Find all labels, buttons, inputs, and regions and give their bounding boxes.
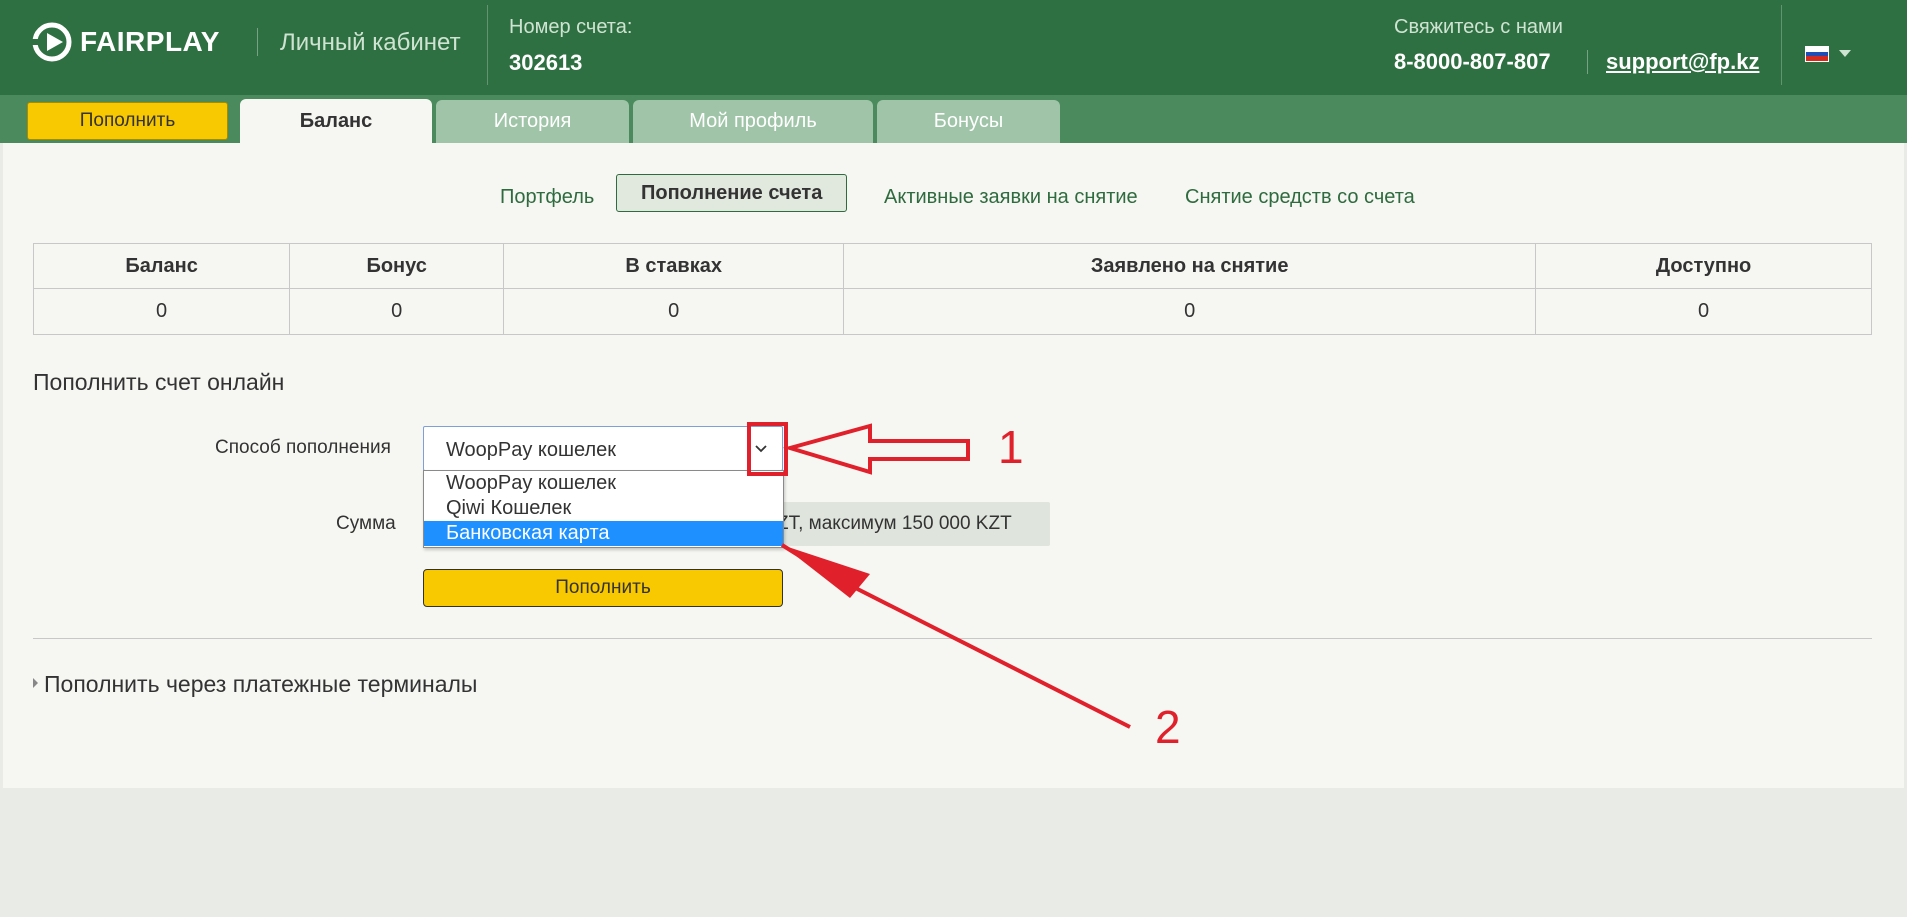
divider bbox=[33, 638, 1872, 639]
account-label: Номер счета: bbox=[509, 16, 633, 38]
phone-number[interactable]: 8-8000-807-807 bbox=[1394, 49, 1551, 75]
balance-table: Баланс Бонус В ставках Заявлено на сняти… bbox=[32, 243, 1872, 335]
value-bonus: 0 bbox=[289, 288, 505, 335]
annotation-label-1: 1 bbox=[998, 421, 1024, 473]
tab-history[interactable]: История bbox=[436, 100, 629, 143]
account-number: 302613 bbox=[509, 50, 583, 75]
header-in-bets: В ставках bbox=[503, 243, 845, 289]
method-label: Способ пополнения bbox=[215, 437, 391, 458]
value-balance: 0 bbox=[32, 288, 291, 335]
subnav-withdraw[interactable]: Снятие средств со счета bbox=[1185, 181, 1415, 213]
contact-label: Свяжитесь с нами bbox=[1394, 16, 1563, 38]
expand-icon bbox=[33, 677, 38, 688]
sum-hint: ZT, максимум 150 000 KZT bbox=[745, 502, 1050, 546]
option-wooppay[interactable]: WoopPay кошелек bbox=[424, 471, 783, 496]
value-withdraw-requested: 0 bbox=[843, 288, 1537, 335]
divider bbox=[487, 5, 488, 85]
annotation-label-2: 2 bbox=[1155, 701, 1181, 753]
support-email-link[interactable]: support@fp.kz bbox=[1606, 49, 1759, 75]
tab-profile[interactable]: Мой профиль bbox=[633, 100, 873, 143]
chevron-down-icon[interactable] bbox=[752, 439, 770, 457]
chevron-down-icon[interactable] bbox=[1839, 50, 1851, 57]
subnav-portfolio[interactable]: Портфель bbox=[500, 181, 594, 213]
logo-icon bbox=[32, 22, 72, 62]
terminals-label: Пополнить через платежные терминалы bbox=[44, 671, 478, 697]
header-balance: Баланс bbox=[32, 243, 291, 289]
value-in-bets: 0 bbox=[503, 288, 845, 335]
logo[interactable]: FAIRPLAY bbox=[30, 20, 220, 64]
value-available: 0 bbox=[1535, 288, 1872, 335]
subnav-deposit[interactable]: Пополнение счета bbox=[616, 174, 848, 212]
divider bbox=[1587, 50, 1588, 74]
header: FAIRPLAY Личный кабинет Номер счета: 302… bbox=[0, 0, 1907, 95]
terminals-toggle[interactable]: Пополнить через платежные терминалы bbox=[33, 671, 477, 698]
header-withdraw-requested: Заявлено на снятие bbox=[843, 243, 1537, 289]
method-select[interactable]: WoopPay кошелек bbox=[423, 426, 783, 471]
flag-ru-icon[interactable] bbox=[1805, 46, 1829, 62]
divider bbox=[257, 28, 258, 56]
header-available: Доступно bbox=[1535, 243, 1872, 289]
option-bank-card[interactable]: Банковская карта bbox=[424, 521, 783, 546]
cabinet-label: Личный кабинет bbox=[280, 29, 461, 56]
sum-label: Сумма bbox=[336, 513, 396, 534]
method-dropdown-list[interactable]: WoopPay кошелек Qiwi Кошелек Банковская … bbox=[423, 470, 784, 548]
option-qiwi[interactable]: Qiwi Кошелек bbox=[424, 496, 783, 521]
submit-topup-button[interactable]: Пополнить bbox=[423, 569, 783, 607]
tab-balance[interactable]: Баланс bbox=[240, 99, 432, 144]
header-bonus: Бонус bbox=[289, 243, 505, 289]
subnav-active-withdrawals[interactable]: Активные заявки на снятие bbox=[884, 181, 1138, 213]
method-select-value: WoopPay кошелек bbox=[446, 439, 617, 461]
section-title: Пополнить счет онлайн bbox=[33, 369, 285, 395]
divider bbox=[1781, 5, 1782, 85]
topup-button[interactable]: Пополнить bbox=[27, 102, 228, 140]
logo-text: FAIRPLAY bbox=[80, 26, 220, 57]
tab-bonuses[interactable]: Бонусы bbox=[877, 100, 1060, 143]
